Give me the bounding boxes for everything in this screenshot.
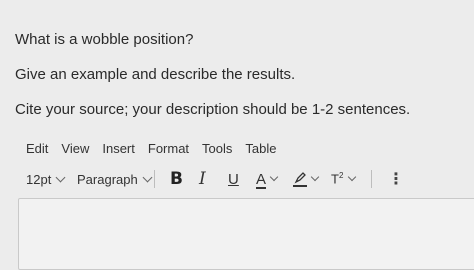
menu-insert[interactable]: Insert [102, 141, 135, 156]
bold-button[interactable]: B [170, 168, 183, 190]
menu-view[interactable]: View [61, 141, 89, 156]
menu-format[interactable]: Format [148, 141, 189, 156]
highlight-pen-icon [293, 171, 307, 187]
chevron-down-icon [142, 172, 153, 182]
block-format-value: Paragraph [77, 171, 138, 187]
more-options-icon: ⋮ [388, 171, 404, 188]
editor-toolbar: 12pt Paragraph B I U A T2 ⋮ [26, 168, 466, 190]
superscript-button[interactable]: T2 [331, 168, 357, 190]
chevron-down-icon [269, 172, 279, 182]
italic-icon: I [199, 169, 206, 189]
question-text: What is a wobble position? Give an examp… [15, 30, 410, 135]
answer-text-area[interactable] [18, 198, 474, 270]
more-options-button[interactable]: ⋮ [388, 168, 404, 190]
block-format-select[interactable]: Paragraph [77, 168, 153, 190]
highlight-color-button[interactable] [293, 168, 320, 190]
question-line-2: Give an example and describe the results… [15, 66, 296, 83]
menu-edit[interactable]: Edit [26, 141, 48, 156]
editor-menubar: Edit View Insert Format Tools Table [26, 141, 276, 156]
chevron-down-icon [348, 172, 357, 182]
font-size-select[interactable]: 12pt [26, 168, 66, 190]
superscript-icon: T2 [331, 171, 344, 187]
question-line-1: What is a wobble position? [15, 31, 194, 48]
question-line-3: Cite your source; your description shoul… [15, 101, 411, 118]
font-color-button[interactable]: A [256, 168, 279, 190]
chevron-down-icon [310, 172, 320, 182]
font-size-value: 12pt [26, 171, 52, 187]
italic-button[interactable]: I [199, 168, 206, 190]
bold-icon: B [170, 169, 183, 189]
menu-tools[interactable]: Tools [202, 141, 232, 156]
underline-icon: U [228, 170, 239, 188]
menu-table[interactable]: Table [245, 141, 276, 156]
toolbar-divider [154, 170, 155, 188]
underline-button[interactable]: U [228, 168, 239, 190]
font-color-icon: A [256, 170, 267, 189]
chevron-down-icon [55, 172, 66, 182]
toolbar-divider [371, 170, 372, 188]
